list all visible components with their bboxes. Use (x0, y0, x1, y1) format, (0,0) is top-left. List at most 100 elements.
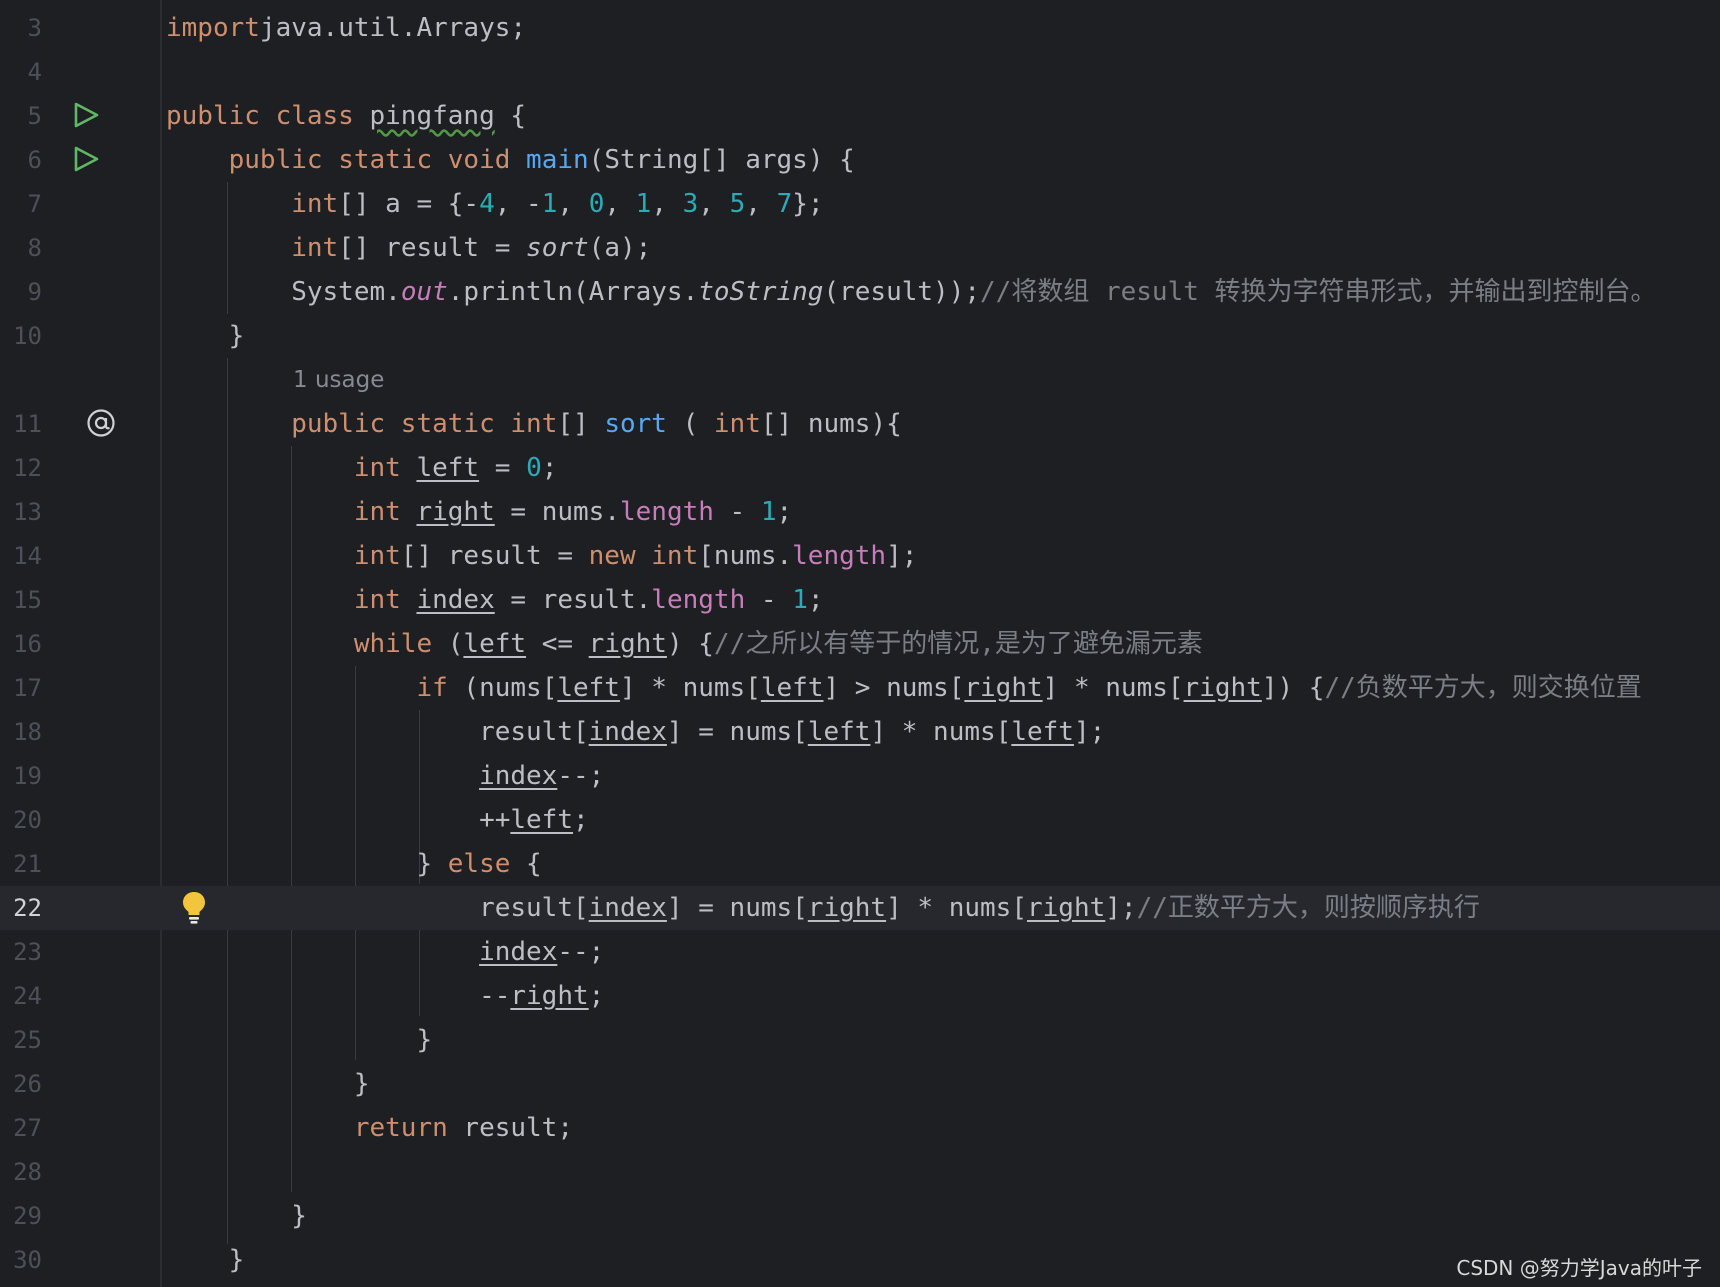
code-token: left (1011, 717, 1074, 747)
code-text[interactable]: while (left <= right) {//之所以有等于的情况,是为了避免… (166, 622, 1203, 666)
line-number[interactable]: 25 (0, 1018, 42, 1062)
code-text[interactable]: } (166, 314, 245, 358)
code-text[interactable]: System.out.println(Arrays.toString(resul… (166, 270, 1656, 314)
code-text[interactable]: int left = 0; (166, 446, 558, 490)
code-token: 0 (526, 453, 542, 483)
line-number[interactable]: 26 (0, 1062, 42, 1106)
line-number[interactable]: 15 (0, 578, 42, 622)
line-number[interactable]: 7 (0, 182, 42, 226)
code-text[interactable]: ++left; (166, 798, 589, 842)
code-text[interactable]: int[] a = {-4, -1, 0, 1, 3, 5, 7}; (166, 182, 823, 226)
code-text[interactable]: return result; (166, 1106, 573, 1150)
code-line-11[interactable]: 11 public static int[] sort ( int[] nums… (0, 402, 1720, 446)
code-text[interactable]: public static void main(String[] args) { (166, 138, 855, 182)
line-number[interactable]: 30 (0, 1238, 42, 1282)
code-text[interactable]: result[index] = nums[right] * nums[right… (166, 886, 1480, 930)
run-main-icon[interactable] (72, 145, 100, 173)
code-text[interactable]: } else { (166, 842, 541, 886)
code-line-28[interactable]: 28 (0, 1150, 1720, 1194)
code-token: ; (588, 981, 605, 1011)
code-text[interactable]: int right = nums.length - 1; (166, 490, 792, 534)
code-token: import (166, 13, 260, 43)
code-text[interactable]: int index = result.length - 1; (166, 578, 824, 622)
code-line-5[interactable]: 5 public class pingfang { (0, 94, 1720, 138)
code-line-4[interactable]: 4 (0, 50, 1720, 94)
code-text[interactable]: } (166, 1238, 245, 1282)
code-line-9[interactable]: 9 System.out.println(Arrays.toString(res… (0, 270, 1720, 314)
line-number[interactable]: 24 (0, 974, 42, 1018)
code-text[interactable]: public class pingfang { (166, 94, 526, 138)
code-line-10[interactable]: 10 } (0, 314, 1720, 358)
code-text[interactable]: index--; (166, 754, 604, 798)
code-line-3[interactable]: 3 importjava.util.Arrays; (0, 6, 1720, 50)
run-class-icon[interactable] (72, 101, 100, 129)
line-number[interactable]: 11 (0, 402, 42, 446)
line-number[interactable]: 13 (0, 490, 42, 534)
code-token: length (619, 497, 714, 527)
code-text[interactable]: importjava.util.Arrays; (166, 6, 526, 50)
code-text[interactable]: } (166, 1194, 307, 1238)
code-text[interactable]: if (nums[left] * nums[left] > nums[right… (166, 666, 1641, 710)
code-text[interactable]: public static int[] sort ( int[] nums){ (166, 402, 902, 446)
line-number[interactable]: 23 (0, 930, 42, 974)
line-number[interactable]: 5 (0, 94, 42, 138)
line-number[interactable]: 27 (0, 1106, 42, 1150)
line-number[interactable]: 21 (0, 842, 42, 886)
code-line-20[interactable]: 20 ++left; (0, 798, 1720, 842)
code-token: [] a = {- (338, 189, 480, 219)
line-number[interactable]: 6 (0, 138, 42, 182)
code-token: left (463, 629, 527, 659)
code-text[interactable]: } (166, 1062, 370, 1106)
code-text[interactable]: } (166, 1018, 432, 1062)
code-line-17[interactable]: 17 if (nums[left] * nums[left] > nums[ri… (0, 666, 1720, 710)
code-line-26[interactable]: 26 } (0, 1062, 1720, 1106)
code-editor[interactable]: 3 importjava.util.Arrays; 4 5 public class p… (0, 0, 1720, 1287)
code-line-19[interactable]: 19 index--; (0, 754, 1720, 798)
code-line-18[interactable]: 18 result[index] = nums[left] * nums[lef… (0, 710, 1720, 754)
code-text[interactable]: int[] result = sort(a); (166, 226, 651, 270)
code-token: public static int (291, 409, 558, 439)
line-number[interactable]: 28 (0, 1150, 42, 1194)
code-text[interactable]: result[index] = nums[left] * nums[left]; (166, 710, 1105, 754)
usage-inlay-hint[interactable]: 1 usage (293, 358, 384, 402)
code-line-15[interactable]: 15 int index = result.length - 1; (0, 578, 1720, 622)
code-line-7[interactable]: 7 int[] a = {-4, -1, 0, 1, 3, 5, 7}; (0, 182, 1720, 226)
line-number[interactable]: 20 (0, 798, 42, 842)
code-line-22[interactable]: 22 result[index] = nums[right] * nums[ri… (0, 886, 1720, 930)
code-text[interactable]: index--; (166, 930, 604, 974)
code-line-24[interactable]: 24 --right; (0, 974, 1720, 1018)
line-number[interactable]: 3 (0, 6, 42, 50)
line-number[interactable]: 14 (0, 534, 42, 578)
line-number[interactable]: 12 (0, 446, 42, 490)
line-number[interactable]: 17 (0, 666, 42, 710)
code-line-13[interactable]: 13 int right = nums.length - 1; (0, 490, 1720, 534)
code-line-14[interactable]: 14 int[] result = new int[nums.length]; (0, 534, 1720, 578)
code-line-25[interactable]: 25 } (0, 1018, 1720, 1062)
code-line-8[interactable]: 8 int[] result = sort(a); (0, 226, 1720, 270)
code-line-21[interactable]: 21 } else { (0, 842, 1720, 886)
code-line-27[interactable]: 27 return result; (0, 1106, 1720, 1150)
method-annotation-icon[interactable] (86, 408, 116, 438)
line-number[interactable]: 22 (0, 886, 42, 930)
line-number[interactable]: 8 (0, 226, 42, 270)
code-line-23[interactable]: 23 index--; (0, 930, 1720, 974)
code-line-29[interactable]: 29 } (0, 1194, 1720, 1238)
lightbulb-icon[interactable] (180, 890, 208, 924)
line-number[interactable]: 18 (0, 710, 42, 754)
line-number[interactable]: 16 (0, 622, 42, 666)
code-text[interactable]: --right; (166, 974, 604, 1018)
line-number[interactable]: 29 (0, 1194, 42, 1238)
code-line-16[interactable]: 16 while (left <= right) {//之所以有等于的情况,是为… (0, 622, 1720, 666)
code-token: public class (166, 101, 370, 131)
code-line-6[interactable]: 6 public static void main(String[] args)… (0, 138, 1720, 182)
line-number[interactable]: 19 (0, 754, 42, 798)
line-number[interactable]: 4 (0, 50, 42, 94)
code-token: sort (526, 233, 589, 263)
code-token: } (166, 321, 245, 351)
line-number[interactable]: 10 (0, 314, 42, 358)
code-text[interactable]: int[] result = new int[nums.length]; (166, 534, 918, 578)
line-number[interactable]: 9 (0, 270, 42, 314)
code-line-12[interactable]: 12 int left = 0; (0, 446, 1720, 490)
